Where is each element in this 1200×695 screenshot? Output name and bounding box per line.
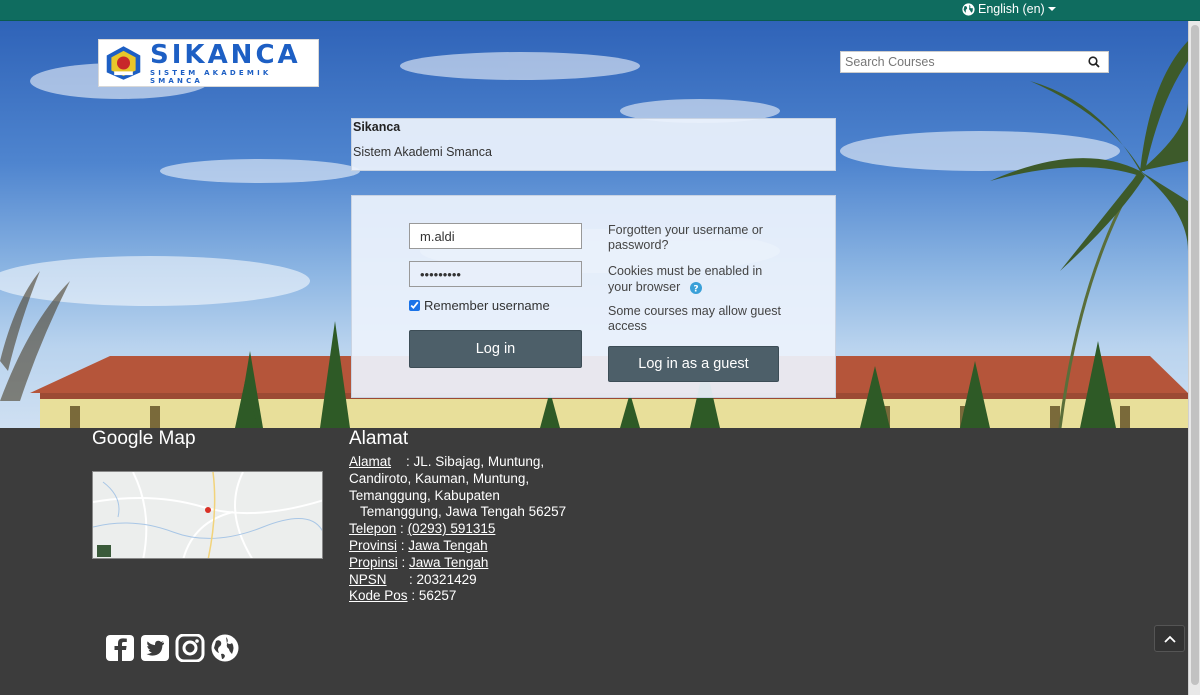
twitter-icon[interactable] (140, 634, 170, 667)
cookies-notice: Cookies must be enabled in your browser … (608, 263, 788, 295)
search-button[interactable] (1081, 52, 1107, 72)
guest-access-notice: Some courses may allow guest access (608, 304, 781, 333)
back-to-top-button[interactable] (1154, 625, 1185, 652)
login-button[interactable]: Log in (409, 330, 582, 368)
npsn-value: : 20321429 (409, 571, 477, 587)
provinsi-sep: : (397, 537, 409, 553)
username-field[interactable] (409, 223, 582, 249)
telepon-value[interactable]: (0293) 591315 (408, 521, 496, 536)
site-name: Sikanca (353, 120, 401, 134)
provinsi-key: Provinsi (349, 537, 398, 553)
facebook-icon[interactable] (105, 634, 135, 667)
propinsi-sep: : (397, 554, 410, 570)
scrollbar-thumb[interactable] (1191, 25, 1199, 685)
language-label: English (en) (978, 2, 1045, 16)
help-icon[interactable]: ? (689, 281, 702, 294)
npsn-key: NPSN (349, 571, 387, 587)
kodepos-key: Kode Pos (349, 588, 408, 604)
telepon-sep: : (396, 521, 408, 537)
login-panel: Remember username Log in Forgotten your … (351, 195, 836, 398)
language-menu[interactable]: English (en) (962, 2, 1056, 16)
remember-username-option[interactable]: Remember username (409, 298, 550, 313)
page-scrollbar[interactable] (1188, 21, 1200, 695)
telepon-key: Telepon (349, 521, 397, 537)
alamat-key: Alamat (349, 454, 392, 469)
logo-title: SIKANCA (150, 39, 301, 70)
kodepos-value: : 56257 (411, 588, 457, 604)
chevron-up-icon (1163, 635, 1176, 643)
globe-icon[interactable] (210, 634, 240, 667)
instagram-icon[interactable] (175, 633, 205, 667)
alamat-line2: Candiroto, Kauman, Muntung, (349, 470, 530, 486)
map-image (93, 472, 322, 558)
svg-text:?: ? (693, 284, 698, 294)
address-heading: Alamat (349, 428, 409, 449)
site-logo[interactable]: SIKANCA SISTEM AKADEMIK SMANCA (98, 39, 319, 87)
password-field[interactable] (409, 261, 582, 287)
search-courses-input[interactable] (841, 55, 1081, 69)
school-emblem-icon (106, 46, 141, 80)
site-description: Sistem Akademi Smanca (353, 145, 492, 159)
alamat-line1: : JL. Sibajag, Muntung, (406, 454, 545, 469)
caret-down-icon (1047, 7, 1056, 11)
site-info-panel: Sikanca Sistem Akademi Smanca (351, 118, 836, 171)
forgot-password-link[interactable]: Forgotten your username or password? (608, 223, 788, 253)
address-block: Alamat : JL. Sibajag, Muntung, Candiroto… (349, 454, 566, 605)
alamat-line3: Temanggung, Kabupaten (349, 487, 500, 503)
globe-icon (962, 2, 975, 16)
top-navbar: English (en) (0, 0, 1200, 21)
remember-username-checkbox[interactable] (409, 300, 420, 311)
propinsi-key: Propinsi (349, 554, 398, 570)
guest-login-button[interactable]: Log in as a guest (608, 346, 779, 382)
remember-username-label: Remember username (424, 298, 550, 313)
alamat-line4: Temanggung, Jawa Tengah 56257 (360, 504, 567, 520)
cookies-text: Cookies must be enabled in your browser (608, 264, 763, 294)
logo-subtitle: SISTEM AKADEMIK SMANCA (150, 68, 272, 85)
search-icon (1088, 56, 1100, 68)
provinsi-value[interactable]: Jawa Tengah (408, 538, 487, 553)
propinsi-value[interactable]: Jawa Tengah (409, 555, 488, 570)
search-courses-box (840, 51, 1109, 73)
google-map-heading: Google Map (92, 428, 196, 449)
social-links (105, 633, 240, 667)
google-map-embed[interactable] (92, 471, 323, 559)
